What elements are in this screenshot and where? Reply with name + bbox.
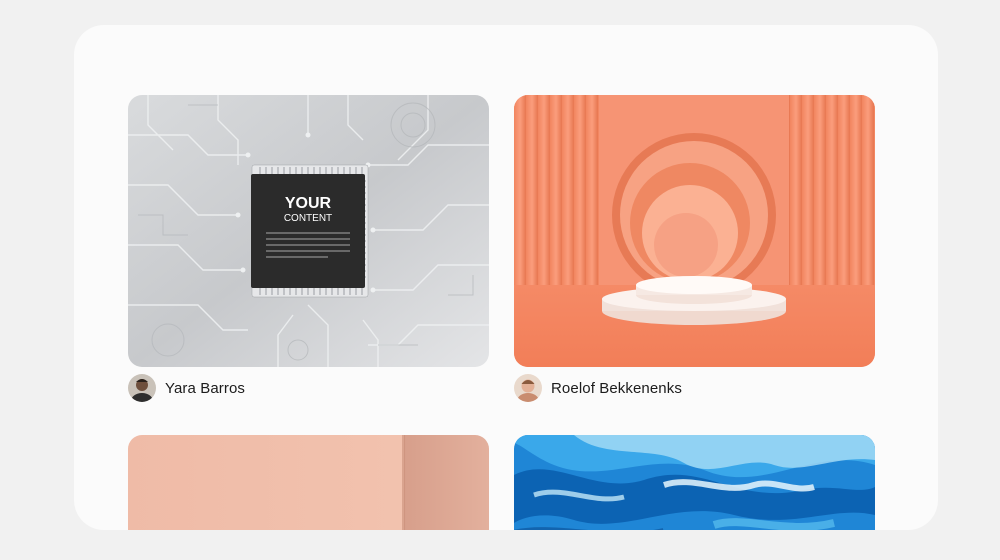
author-roelof-bekkenenks[interactable]: Roelof Bekkenenks xyxy=(514,373,682,403)
gallery-card-peach[interactable] xyxy=(128,435,489,530)
chip-subtitle: CONTENT xyxy=(284,213,332,224)
blue-fluid-image xyxy=(514,435,875,530)
gallery-card-circuit[interactable]: YOUR CONTENT xyxy=(128,95,489,367)
author-yara-barros[interactable]: Yara Barros xyxy=(128,373,245,403)
orange-podium-image xyxy=(514,95,875,367)
author-name[interactable]: Yara Barros xyxy=(165,380,245,397)
avatar[interactable] xyxy=(514,374,542,402)
avatar[interactable] xyxy=(128,374,156,402)
chip xyxy=(251,174,365,288)
gallery-panel: YOUR CONTENT Yara Barros Roelof Bekkenen… xyxy=(74,25,938,530)
chip-title: YOUR xyxy=(285,195,332,212)
gallery-card-fluid[interactable] xyxy=(514,435,875,530)
peach-panels-image xyxy=(128,435,489,530)
circuit-board-image: YOUR CONTENT xyxy=(128,95,489,367)
gallery-card-podium[interactable] xyxy=(514,95,875,367)
author-name[interactable]: Roelof Bekkenenks xyxy=(551,380,682,397)
